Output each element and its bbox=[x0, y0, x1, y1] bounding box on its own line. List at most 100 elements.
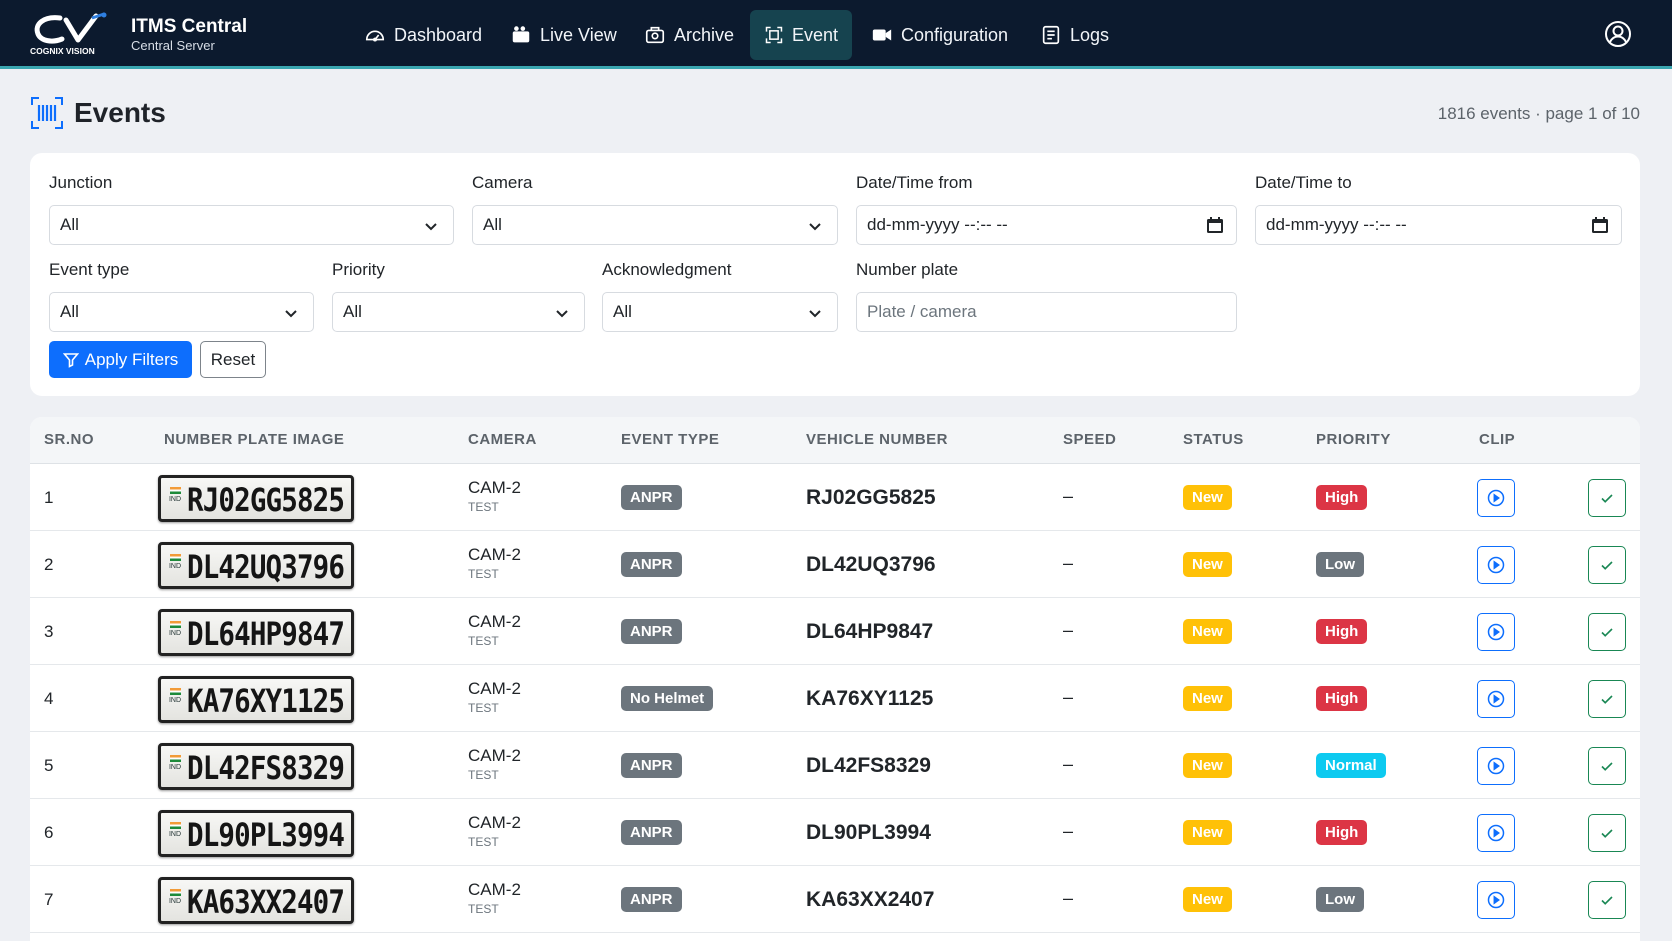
play-clip-button[interactable] bbox=[1477, 546, 1515, 584]
camera-cell: CAM-2 TEST bbox=[468, 880, 521, 916]
nav-event[interactable]: Event bbox=[750, 10, 852, 60]
filter-icon bbox=[62, 352, 79, 368]
priority-badge: High bbox=[1316, 686, 1368, 711]
speed: – bbox=[1063, 620, 1074, 640]
number-plate-input[interactable]: Plate / camera bbox=[856, 292, 1237, 332]
india-flag-icon bbox=[169, 755, 181, 762]
apply-filters-button[interactable]: Apply Filters bbox=[49, 341, 192, 378]
play-clip-button[interactable] bbox=[1477, 479, 1515, 517]
page-title: Events bbox=[74, 97, 166, 128]
acknowledge-button[interactable] bbox=[1588, 479, 1626, 517]
number-plate-image[interactable]: IND RJ02GG5825 bbox=[158, 475, 354, 522]
check-icon bbox=[1601, 494, 1613, 503]
number-plate-image[interactable]: IND KA63XX2407 bbox=[158, 877, 354, 924]
reset-button[interactable]: Reset bbox=[200, 341, 266, 378]
nav-configuration[interactable]: Configuration bbox=[857, 10, 1022, 60]
sr-no: 5 bbox=[44, 756, 54, 775]
acknowledgment-select[interactable]: All bbox=[602, 292, 838, 332]
plate-text: DL90PL3994 bbox=[187, 816, 345, 854]
camera-junction: TEST bbox=[468, 768, 499, 782]
number-plate-label: Number plate bbox=[856, 260, 959, 279]
nav-dashboard-label: Dashboard bbox=[394, 24, 483, 45]
page-header: Events bbox=[30, 96, 166, 130]
camera-icon bbox=[512, 26, 530, 43]
video-camera-icon bbox=[872, 29, 892, 41]
camera-name: CAM-2 bbox=[468, 478, 521, 497]
table-row[interactable]: 1 IND RJ02GG5825 CAM-2 TEST ANPR RJ02GG5825 – Ne… bbox=[30, 464, 1640, 531]
camera-name: CAM-2 bbox=[468, 545, 521, 564]
date-from-value: dd-mm-yyyy --:-- -- bbox=[867, 215, 1008, 234]
nav-live-view-label: Live View bbox=[540, 24, 617, 45]
acknowledge-button[interactable] bbox=[1588, 881, 1626, 919]
cognix-vision-logo[interactable]: COGNIX VISION bbox=[30, 12, 118, 56]
acknowledge-button[interactable] bbox=[1588, 613, 1626, 651]
camera-junction: TEST bbox=[468, 701, 499, 715]
acknowledge-button[interactable] bbox=[1588, 680, 1626, 718]
number-plate-image[interactable]: IND KA76XY1125 bbox=[158, 676, 354, 723]
camera-cell: CAM-2 TEST bbox=[468, 746, 521, 782]
priority-badge: High bbox=[1316, 820, 1368, 845]
nav-logs-label: Logs bbox=[1070, 24, 1110, 45]
play-clip-button[interactable] bbox=[1477, 814, 1515, 852]
table-row[interactable]: 3 IND DL64HP9847 CAM-2 TEST ANPR DL64HP9847 – Ne… bbox=[30, 598, 1640, 665]
priority-select[interactable]: All bbox=[332, 292, 585, 332]
col-clip: CLIP bbox=[1479, 431, 1516, 448]
nav-logs[interactable]: Logs bbox=[1026, 10, 1123, 60]
nav-configuration-label: Configuration bbox=[901, 24, 1009, 45]
brand: ITMS Central Central Server bbox=[131, 16, 247, 54]
table-row[interactable]: 2 IND DL42UQ3796 CAM-2 TEST ANPR DL42UQ3796 – Ne… bbox=[30, 531, 1640, 598]
user-account-icon[interactable] bbox=[1604, 20, 1632, 48]
plate-region-text: IND bbox=[168, 697, 182, 704]
camera-select[interactable]: All bbox=[472, 205, 838, 245]
acknowledge-button[interactable] bbox=[1588, 546, 1626, 584]
table-row[interactable]: 7 IND KA63XX2407 CAM-2 TEST ANPR KA63XX2407 – Ne… bbox=[30, 866, 1640, 933]
scan-icon bbox=[765, 26, 783, 44]
date-from-input[interactable]: dd-mm-yyyy --:-- -- bbox=[856, 205, 1237, 245]
plate-text: RJ02GG5825 bbox=[187, 481, 345, 519]
camera-junction: TEST bbox=[468, 835, 499, 849]
india-flag-icon bbox=[169, 487, 181, 494]
top-navbar: COGNIX VISION ITMS Central Central Serve… bbox=[0, 0, 1672, 69]
india-flag-icon bbox=[169, 688, 181, 695]
plate-region: IND bbox=[167, 822, 183, 839]
sr-no: 2 bbox=[44, 555, 54, 574]
number-plate-image[interactable]: IND DL90PL3994 bbox=[158, 810, 354, 857]
play-clip-button[interactable] bbox=[1477, 613, 1515, 651]
junction-select[interactable]: All bbox=[49, 205, 454, 245]
acknowledge-button[interactable] bbox=[1588, 814, 1626, 852]
event-type-badge: ANPR bbox=[621, 485, 682, 510]
vehicle-number: DL42FS8329 bbox=[806, 754, 931, 777]
table-row[interactable]: 4 IND KA76XY1125 CAM-2 TEST No Helmet KA76XY11… bbox=[30, 665, 1640, 732]
table-row[interactable]: 5 IND DL42FS8329 CAM-2 TEST ANPR DL42FS8329 – Ne… bbox=[30, 732, 1640, 799]
play-clip-button[interactable] bbox=[1477, 747, 1515, 785]
vehicle-number: DL64HP9847 bbox=[806, 620, 934, 643]
plate-text: DL42FS8329 bbox=[187, 749, 345, 787]
event-type-badge: ANPR bbox=[621, 753, 682, 778]
camera-cell: CAM-2 TEST bbox=[468, 478, 521, 514]
chevron-down-icon bbox=[285, 310, 297, 318]
table-row[interactable]: 6 IND DL90PL3994 CAM-2 TEST ANPR DL90PL3994 – Ne… bbox=[30, 799, 1640, 866]
nav-archive[interactable]: Archive bbox=[630, 10, 748, 60]
number-plate-image[interactable]: IND DL42FS8329 bbox=[158, 743, 354, 790]
date-to-input[interactable]: dd-mm-yyyy --:-- -- bbox=[1255, 205, 1622, 245]
play-clip-button[interactable] bbox=[1477, 680, 1515, 718]
camera-name: CAM-2 bbox=[468, 880, 521, 899]
gauge-icon bbox=[365, 30, 385, 42]
plate-text: KA63XX2407 bbox=[187, 883, 345, 921]
junction-label: Junction bbox=[49, 173, 113, 192]
number-plate-image[interactable]: IND DL64HP9847 bbox=[158, 609, 354, 656]
event-type-select[interactable]: All bbox=[49, 292, 314, 332]
number-plate-image[interactable]: IND DL42UQ3796 bbox=[158, 542, 354, 589]
nav-dashboard[interactable]: Dashboard bbox=[350, 10, 496, 60]
calendar-icon[interactable] bbox=[1591, 216, 1609, 234]
acknowledge-button[interactable] bbox=[1588, 747, 1626, 785]
play-clip-button[interactable] bbox=[1477, 881, 1515, 919]
calendar-icon[interactable] bbox=[1206, 216, 1224, 234]
status-badge: New bbox=[1183, 753, 1232, 778]
camera-junction: TEST bbox=[468, 500, 499, 514]
check-icon bbox=[1601, 628, 1613, 637]
camera-name: CAM-2 bbox=[468, 612, 521, 631]
plate-region: IND bbox=[167, 487, 183, 504]
camera-junction: TEST bbox=[468, 567, 499, 581]
nav-live-view[interactable]: Live View bbox=[496, 10, 631, 60]
